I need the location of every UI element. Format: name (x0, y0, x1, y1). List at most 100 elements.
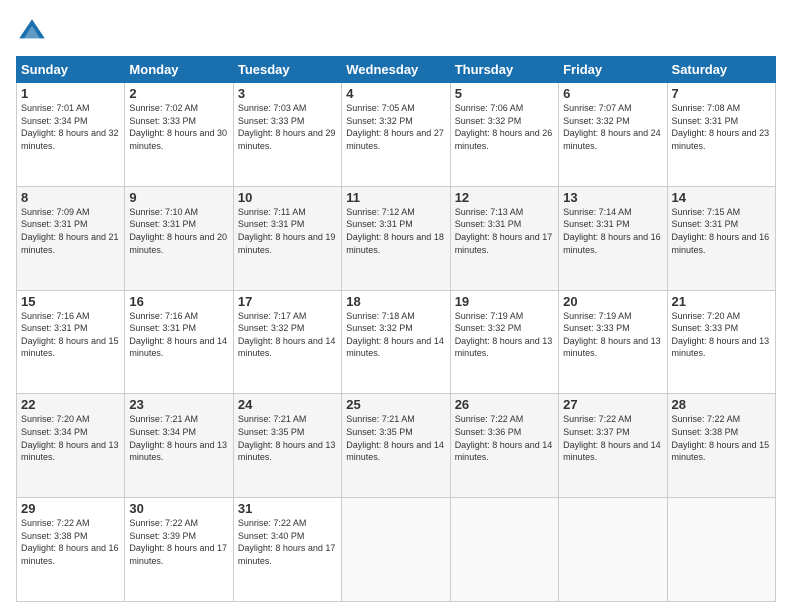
header (16, 16, 776, 48)
day-info: Sunrise: 7:19 AM Sunset: 3:32 PM Dayligh… (455, 310, 554, 360)
day-info: Sunrise: 7:20 AM Sunset: 3:33 PM Dayligh… (672, 310, 771, 360)
calendar-cell (667, 498, 775, 602)
calendar-week-3: 15 Sunrise: 7:16 AM Sunset: 3:31 PM Dayl… (17, 290, 776, 394)
day-number: 5 (455, 86, 554, 101)
calendar-cell: 15 Sunrise: 7:16 AM Sunset: 3:31 PM Dayl… (17, 290, 125, 394)
calendar-cell (559, 498, 667, 602)
day-number: 27 (563, 397, 662, 412)
page: SundayMondayTuesdayWednesdayThursdayFrid… (0, 0, 792, 612)
day-info: Sunrise: 7:16 AM Sunset: 3:31 PM Dayligh… (129, 310, 228, 360)
col-header-tuesday: Tuesday (233, 57, 341, 83)
day-info: Sunrise: 7:21 AM Sunset: 3:34 PM Dayligh… (129, 413, 228, 463)
logo (16, 16, 52, 48)
calendar-cell: 11 Sunrise: 7:12 AM Sunset: 3:31 PM Dayl… (342, 186, 450, 290)
day-info: Sunrise: 7:21 AM Sunset: 3:35 PM Dayligh… (238, 413, 337, 463)
day-info: Sunrise: 7:12 AM Sunset: 3:31 PM Dayligh… (346, 206, 445, 256)
col-header-monday: Monday (125, 57, 233, 83)
calendar-cell: 25 Sunrise: 7:21 AM Sunset: 3:35 PM Dayl… (342, 394, 450, 498)
calendar-cell: 30 Sunrise: 7:22 AM Sunset: 3:39 PM Dayl… (125, 498, 233, 602)
day-number: 25 (346, 397, 445, 412)
col-header-thursday: Thursday (450, 57, 558, 83)
day-info: Sunrise: 7:14 AM Sunset: 3:31 PM Dayligh… (563, 206, 662, 256)
day-info: Sunrise: 7:09 AM Sunset: 3:31 PM Dayligh… (21, 206, 120, 256)
calendar-cell: 13 Sunrise: 7:14 AM Sunset: 3:31 PM Dayl… (559, 186, 667, 290)
day-info: Sunrise: 7:21 AM Sunset: 3:35 PM Dayligh… (346, 413, 445, 463)
calendar-cell: 22 Sunrise: 7:20 AM Sunset: 3:34 PM Dayl… (17, 394, 125, 498)
day-number: 1 (21, 86, 120, 101)
day-number: 13 (563, 190, 662, 205)
day-info: Sunrise: 7:13 AM Sunset: 3:31 PM Dayligh… (455, 206, 554, 256)
day-info: Sunrise: 7:22 AM Sunset: 3:36 PM Dayligh… (455, 413, 554, 463)
logo-icon (16, 16, 48, 48)
calendar-table: SundayMondayTuesdayWednesdayThursdayFrid… (16, 56, 776, 602)
day-info: Sunrise: 7:01 AM Sunset: 3:34 PM Dayligh… (21, 102, 120, 152)
day-number: 30 (129, 501, 228, 516)
calendar-cell: 28 Sunrise: 7:22 AM Sunset: 3:38 PM Dayl… (667, 394, 775, 498)
day-number: 26 (455, 397, 554, 412)
calendar-week-2: 8 Sunrise: 7:09 AM Sunset: 3:31 PM Dayli… (17, 186, 776, 290)
day-info: Sunrise: 7:05 AM Sunset: 3:32 PM Dayligh… (346, 102, 445, 152)
day-number: 8 (21, 190, 120, 205)
day-info: Sunrise: 7:18 AM Sunset: 3:32 PM Dayligh… (346, 310, 445, 360)
day-number: 23 (129, 397, 228, 412)
calendar-cell: 24 Sunrise: 7:21 AM Sunset: 3:35 PM Dayl… (233, 394, 341, 498)
day-number: 19 (455, 294, 554, 309)
calendar-cell: 2 Sunrise: 7:02 AM Sunset: 3:33 PM Dayli… (125, 83, 233, 187)
day-info: Sunrise: 7:16 AM Sunset: 3:31 PM Dayligh… (21, 310, 120, 360)
day-info: Sunrise: 7:22 AM Sunset: 3:40 PM Dayligh… (238, 517, 337, 567)
day-number: 20 (563, 294, 662, 309)
day-number: 4 (346, 86, 445, 101)
day-info: Sunrise: 7:06 AM Sunset: 3:32 PM Dayligh… (455, 102, 554, 152)
day-info: Sunrise: 7:02 AM Sunset: 3:33 PM Dayligh… (129, 102, 228, 152)
calendar-cell: 29 Sunrise: 7:22 AM Sunset: 3:38 PM Dayl… (17, 498, 125, 602)
calendar-cell (342, 498, 450, 602)
day-number: 11 (346, 190, 445, 205)
calendar-week-5: 29 Sunrise: 7:22 AM Sunset: 3:38 PM Dayl… (17, 498, 776, 602)
day-info: Sunrise: 7:15 AM Sunset: 3:31 PM Dayligh… (672, 206, 771, 256)
day-number: 16 (129, 294, 228, 309)
day-info: Sunrise: 7:20 AM Sunset: 3:34 PM Dayligh… (21, 413, 120, 463)
calendar-week-4: 22 Sunrise: 7:20 AM Sunset: 3:34 PM Dayl… (17, 394, 776, 498)
day-number: 9 (129, 190, 228, 205)
calendar-cell: 4 Sunrise: 7:05 AM Sunset: 3:32 PM Dayli… (342, 83, 450, 187)
calendar-cell: 5 Sunrise: 7:06 AM Sunset: 3:32 PM Dayli… (450, 83, 558, 187)
day-number: 6 (563, 86, 662, 101)
day-number: 10 (238, 190, 337, 205)
day-info: Sunrise: 7:22 AM Sunset: 3:37 PM Dayligh… (563, 413, 662, 463)
day-number: 2 (129, 86, 228, 101)
calendar-cell: 8 Sunrise: 7:09 AM Sunset: 3:31 PM Dayli… (17, 186, 125, 290)
calendar-cell: 3 Sunrise: 7:03 AM Sunset: 3:33 PM Dayli… (233, 83, 341, 187)
day-number: 18 (346, 294, 445, 309)
day-number: 31 (238, 501, 337, 516)
calendar-week-1: 1 Sunrise: 7:01 AM Sunset: 3:34 PM Dayli… (17, 83, 776, 187)
day-number: 14 (672, 190, 771, 205)
day-number: 21 (672, 294, 771, 309)
calendar-cell: 1 Sunrise: 7:01 AM Sunset: 3:34 PM Dayli… (17, 83, 125, 187)
calendar-cell: 9 Sunrise: 7:10 AM Sunset: 3:31 PM Dayli… (125, 186, 233, 290)
calendar-cell: 7 Sunrise: 7:08 AM Sunset: 3:31 PM Dayli… (667, 83, 775, 187)
calendar-cell: 20 Sunrise: 7:19 AM Sunset: 3:33 PM Dayl… (559, 290, 667, 394)
day-info: Sunrise: 7:22 AM Sunset: 3:38 PM Dayligh… (21, 517, 120, 567)
day-number: 15 (21, 294, 120, 309)
day-info: Sunrise: 7:22 AM Sunset: 3:38 PM Dayligh… (672, 413, 771, 463)
day-info: Sunrise: 7:22 AM Sunset: 3:39 PM Dayligh… (129, 517, 228, 567)
day-number: 12 (455, 190, 554, 205)
day-number: 22 (21, 397, 120, 412)
calendar-cell: 16 Sunrise: 7:16 AM Sunset: 3:31 PM Dayl… (125, 290, 233, 394)
day-number: 24 (238, 397, 337, 412)
day-number: 3 (238, 86, 337, 101)
day-number: 7 (672, 86, 771, 101)
calendar-cell: 10 Sunrise: 7:11 AM Sunset: 3:31 PM Dayl… (233, 186, 341, 290)
calendar-cell: 27 Sunrise: 7:22 AM Sunset: 3:37 PM Dayl… (559, 394, 667, 498)
calendar-cell: 26 Sunrise: 7:22 AM Sunset: 3:36 PM Dayl… (450, 394, 558, 498)
calendar-cell: 31 Sunrise: 7:22 AM Sunset: 3:40 PM Dayl… (233, 498, 341, 602)
calendar-cell: 12 Sunrise: 7:13 AM Sunset: 3:31 PM Dayl… (450, 186, 558, 290)
calendar-cell: 6 Sunrise: 7:07 AM Sunset: 3:32 PM Dayli… (559, 83, 667, 187)
day-info: Sunrise: 7:17 AM Sunset: 3:32 PM Dayligh… (238, 310, 337, 360)
day-info: Sunrise: 7:03 AM Sunset: 3:33 PM Dayligh… (238, 102, 337, 152)
day-number: 28 (672, 397, 771, 412)
day-info: Sunrise: 7:11 AM Sunset: 3:31 PM Dayligh… (238, 206, 337, 256)
calendar-cell: 17 Sunrise: 7:17 AM Sunset: 3:32 PM Dayl… (233, 290, 341, 394)
day-info: Sunrise: 7:07 AM Sunset: 3:32 PM Dayligh… (563, 102, 662, 152)
col-header-saturday: Saturday (667, 57, 775, 83)
